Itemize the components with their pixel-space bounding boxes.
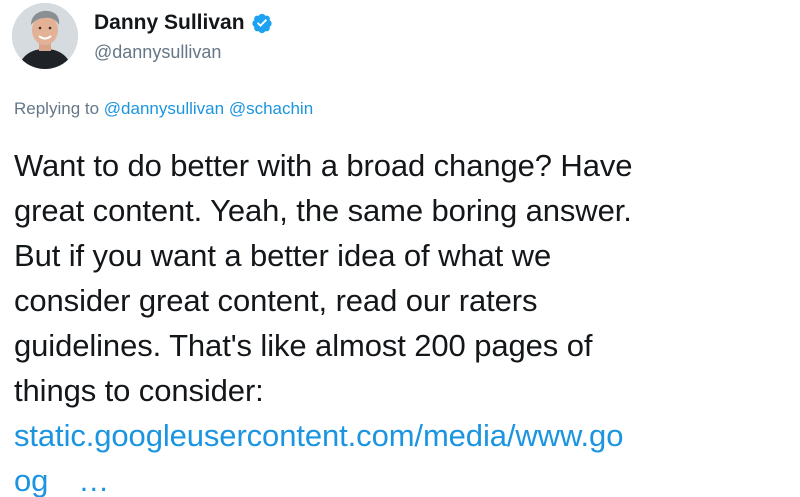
author-display-name[interactable]: Danny Sullivan: [94, 11, 245, 35]
tweet-url-link-tail[interactable]: og: [14, 463, 48, 497]
replying-to-label: Replying to: [14, 99, 100, 118]
verified-badge-icon: [251, 12, 273, 34]
author-name-row: Danny Sullivan: [94, 9, 273, 37]
tweet-url-link[interactable]: static.googleusercontent.com/media/www.g…: [14, 413, 794, 458]
replying-to-line: Replying to @dannysullivan @schachin: [14, 99, 313, 119]
tweet-text-line: guidelines. That's like almost 200 pages…: [14, 328, 593, 363]
author-handle[interactable]: @dannysullivan: [94, 42, 221, 63]
tweet-text-line: Want to do better with a broad change? H…: [14, 148, 633, 183]
tweet-text-line: things to consider:: [14, 373, 264, 408]
mention-link-schachin[interactable]: @schachin: [229, 99, 313, 118]
mention-link-dannysullivan[interactable]: @dannysullivan: [104, 99, 224, 118]
tweet-body: Want to do better with a broad change? H…: [14, 143, 794, 497]
tweet-text-line: great content. Yeah, the same boring ans…: [14, 193, 632, 228]
tweet-text-line: consider great content, read our raters: [14, 283, 538, 318]
tweet-url-link-continued[interactable]: og …: [14, 458, 794, 497]
profile-photo-icon: [12, 3, 78, 69]
tweet: Danny Sullivan @dannysullivan Replying t…: [0, 0, 800, 497]
tweet-url-ellipsis[interactable]: …: [78, 463, 109, 497]
avatar[interactable]: [12, 3, 78, 69]
tweet-text-line: But if you want a better idea of what we: [14, 238, 552, 273]
